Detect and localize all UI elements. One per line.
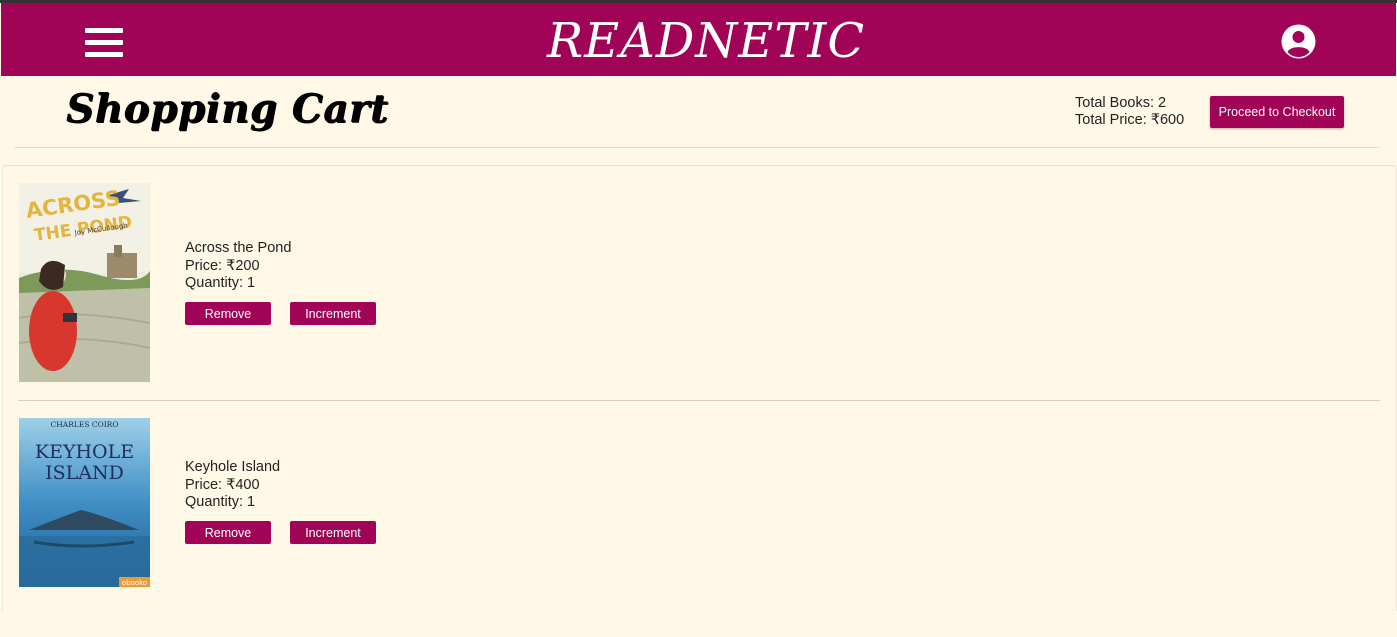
item-divider: [18, 400, 1380, 401]
book-cover-keyhole-island[interactable]: CHARLES COIRO KEYHOLE ISLAND obooko: [19, 418, 150, 587]
total-books: Total Books: 2: [1075, 95, 1167, 111]
book-cover-across-the-pond[interactable]: ACROSS THE POND Joy McCullough: [19, 183, 150, 382]
cover-title-line1: KEYHOLE: [35, 441, 134, 463]
increment-button[interactable]: Increment: [290, 521, 376, 544]
book-title: Across the Pond: [185, 240, 292, 256]
site-logo[interactable]: READNETIC: [547, 11, 864, 71]
proceed-to-checkout-button[interactable]: Proceed to Checkout: [1210, 96, 1344, 128]
cover-title-line2: ISLAND: [45, 462, 124, 484]
total-price: Total Price: ₹600: [1075, 112, 1185, 128]
page-title: Shopping Cart: [66, 86, 389, 132]
book-quantity: Quantity: 1: [185, 494, 256, 510]
cart-items-panel: [2, 165, 1397, 611]
book-price: Price: ₹200: [185, 257, 260, 274]
remove-button[interactable]: Remove: [185, 521, 271, 544]
book-title: Keyhole Island: [185, 459, 281, 475]
book-quantity: Quantity: 1: [185, 275, 256, 291]
user-circle-icon[interactable]: [1281, 24, 1316, 59]
increment-button[interactable]: Increment: [290, 302, 376, 325]
cover-author: CHARLES COIRO: [51, 420, 119, 429]
cover-publisher: obooko: [122, 579, 147, 587]
hamburger-menu-icon[interactable]: [85, 25, 123, 59]
remove-button[interactable]: Remove: [185, 302, 271, 325]
cart-summary: Total Books: 2 Total Price: ₹600: [1075, 95, 1184, 129]
header-divider: [14, 147, 1380, 148]
cart-item-info: Across the Pond Price: ₹200 Quantity: 1: [185, 240, 291, 293]
top-navbar: READNETIC: [1, 3, 1396, 76]
cart-item-info: Keyhole Island Price: ₹400 Quantity: 1: [185, 459, 280, 512]
book-price: Price: ₹400: [185, 476, 260, 493]
